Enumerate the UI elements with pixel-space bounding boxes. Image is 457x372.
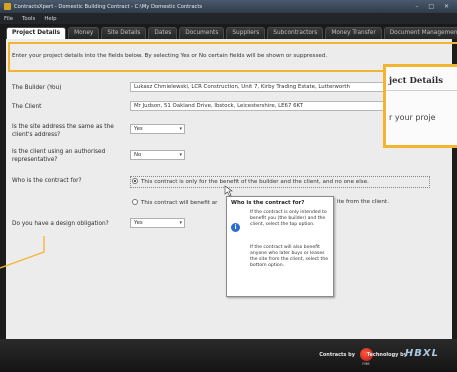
footer: Contracts by FMB Technology by HBXL: [0, 339, 457, 372]
cursor-icon: [224, 185, 233, 197]
technology-by-label: Technology by: [366, 352, 407, 358]
tooltip-text-bottom: If the contract will also benefit anyone…: [250, 245, 329, 268]
contracts-by-label: Contracts by: [319, 352, 355, 358]
info-icon: i: [231, 223, 240, 232]
help-tooltip: Who is the contract for? i If the contra…: [226, 196, 334, 297]
callout-connector: [0, 185, 233, 269]
hbxl-logo: HBXL: [404, 348, 439, 359]
fmb-logo-caption: FMB: [362, 362, 370, 366]
tooltip-text-top: If the contract is only intended to bene…: [250, 210, 327, 227]
connector-line: [0, 236, 45, 269]
tooltip-title: Who is the contract for?: [231, 200, 305, 206]
